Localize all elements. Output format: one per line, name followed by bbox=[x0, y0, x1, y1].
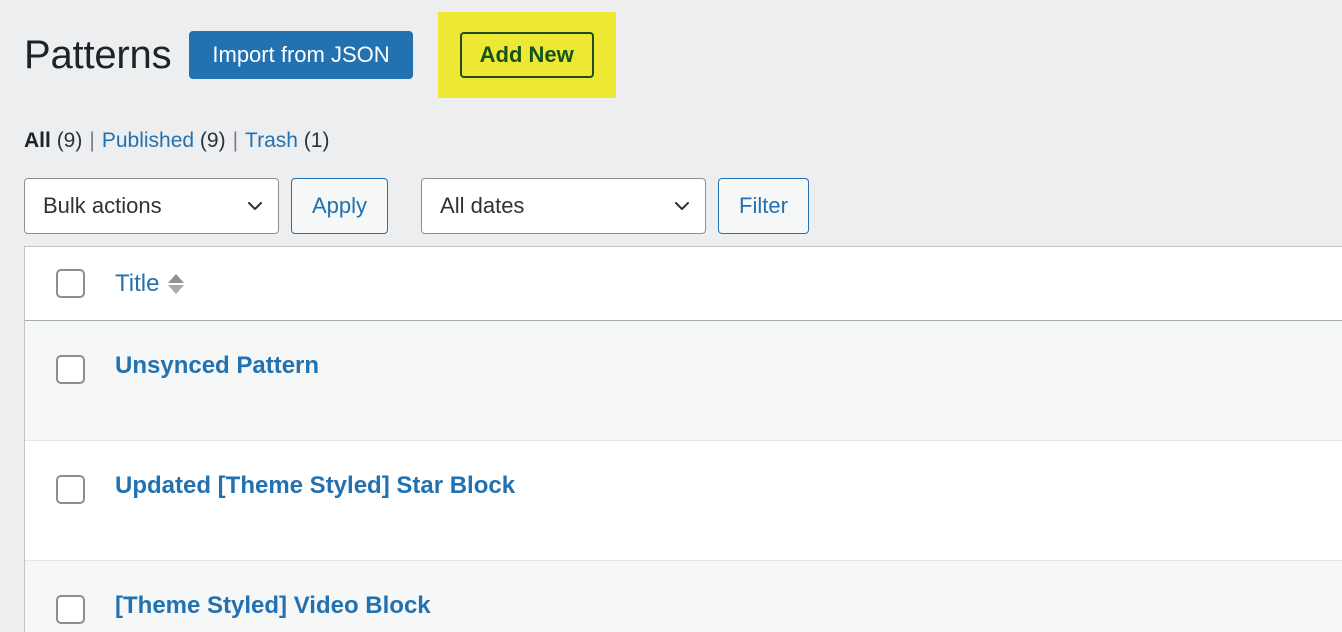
row-select-cell bbox=[25, 473, 115, 504]
date-filter-select[interactable]: All dates bbox=[421, 178, 707, 234]
filter-separator: | bbox=[232, 129, 239, 152]
add-new-button[interactable]: Add New bbox=[459, 32, 594, 78]
table-row: [Theme Styled] Video Block bbox=[25, 561, 1342, 632]
filter-count-published: (9) bbox=[199, 129, 226, 152]
table-row: Updated [Theme Styled] Star Block bbox=[25, 441, 1342, 561]
page-title: Patterns bbox=[24, 33, 172, 77]
sort-ascending-icon bbox=[168, 273, 185, 283]
filter-link-all[interactable]: All bbox=[24, 129, 51, 152]
apply-button[interactable]: Apply bbox=[291, 178, 389, 234]
row-select-checkbox[interactable] bbox=[55, 475, 85, 504]
date-filter-value: All dates bbox=[440, 193, 525, 218]
chevron-down-icon bbox=[248, 202, 262, 210]
column-header-title[interactable]: Title bbox=[115, 271, 1342, 296]
import-from-json-button[interactable]: Import from JSON bbox=[189, 31, 413, 79]
page-header: Patterns Import from JSON Add New bbox=[0, 0, 1342, 110]
table-header-row: Title bbox=[25, 247, 1342, 321]
row-title-cell: [Theme Styled] Video Block bbox=[115, 592, 1342, 619]
chevron-down-icon bbox=[675, 202, 690, 210]
filter-count-trash: (1) bbox=[303, 129, 330, 152]
row-select-checkbox[interactable] bbox=[55, 595, 85, 624]
row-select-checkbox[interactable] bbox=[55, 355, 85, 384]
filter-link-published[interactable]: Published bbox=[102, 129, 194, 152]
filter-separator: | bbox=[89, 129, 95, 152]
pattern-title-link[interactable]: Updated [Theme Styled] Star Block bbox=[115, 472, 515, 499]
select-all-checkbox[interactable] bbox=[55, 269, 85, 298]
pattern-title-link[interactable]: Unsynced Pattern bbox=[115, 352, 319, 379]
patterns-admin-page: Patterns Import from JSON Add New All (9… bbox=[0, 0, 1342, 632]
pattern-title-link[interactable]: [Theme Styled] Video Block bbox=[115, 592, 431, 619]
row-title-cell: Unsynced Pattern bbox=[115, 352, 1342, 379]
table-row: Unsynced Pattern bbox=[25, 321, 1342, 441]
table-navigation-top: Bulk actions Apply All dates Filter bbox=[24, 178, 809, 234]
patterns-list-table: Title Unsynced Pattern Updated [Theme St… bbox=[24, 246, 1342, 632]
sort-descending-icon bbox=[168, 284, 185, 294]
row-title-cell: Updated [Theme Styled] Star Block bbox=[115, 472, 1342, 499]
add-new-highlight: Add New bbox=[437, 12, 616, 98]
sort-arrows-icon[interactable] bbox=[168, 273, 185, 294]
filter-count-all: (9) bbox=[56, 129, 83, 152]
row-select-cell bbox=[25, 353, 115, 384]
row-select-cell bbox=[25, 593, 115, 624]
filter-button[interactable]: Filter bbox=[718, 178, 809, 234]
filter-link-trash[interactable]: Trash bbox=[245, 129, 298, 152]
select-all-cell bbox=[25, 269, 115, 298]
bulk-actions-select[interactable]: Bulk actions bbox=[24, 178, 279, 234]
status-filter-links: All (9) | Published (9) | Trash (1) bbox=[24, 126, 329, 156]
bulk-actions-value: Bulk actions bbox=[43, 193, 162, 218]
column-header-title-label[interactable]: Title bbox=[115, 271, 159, 296]
